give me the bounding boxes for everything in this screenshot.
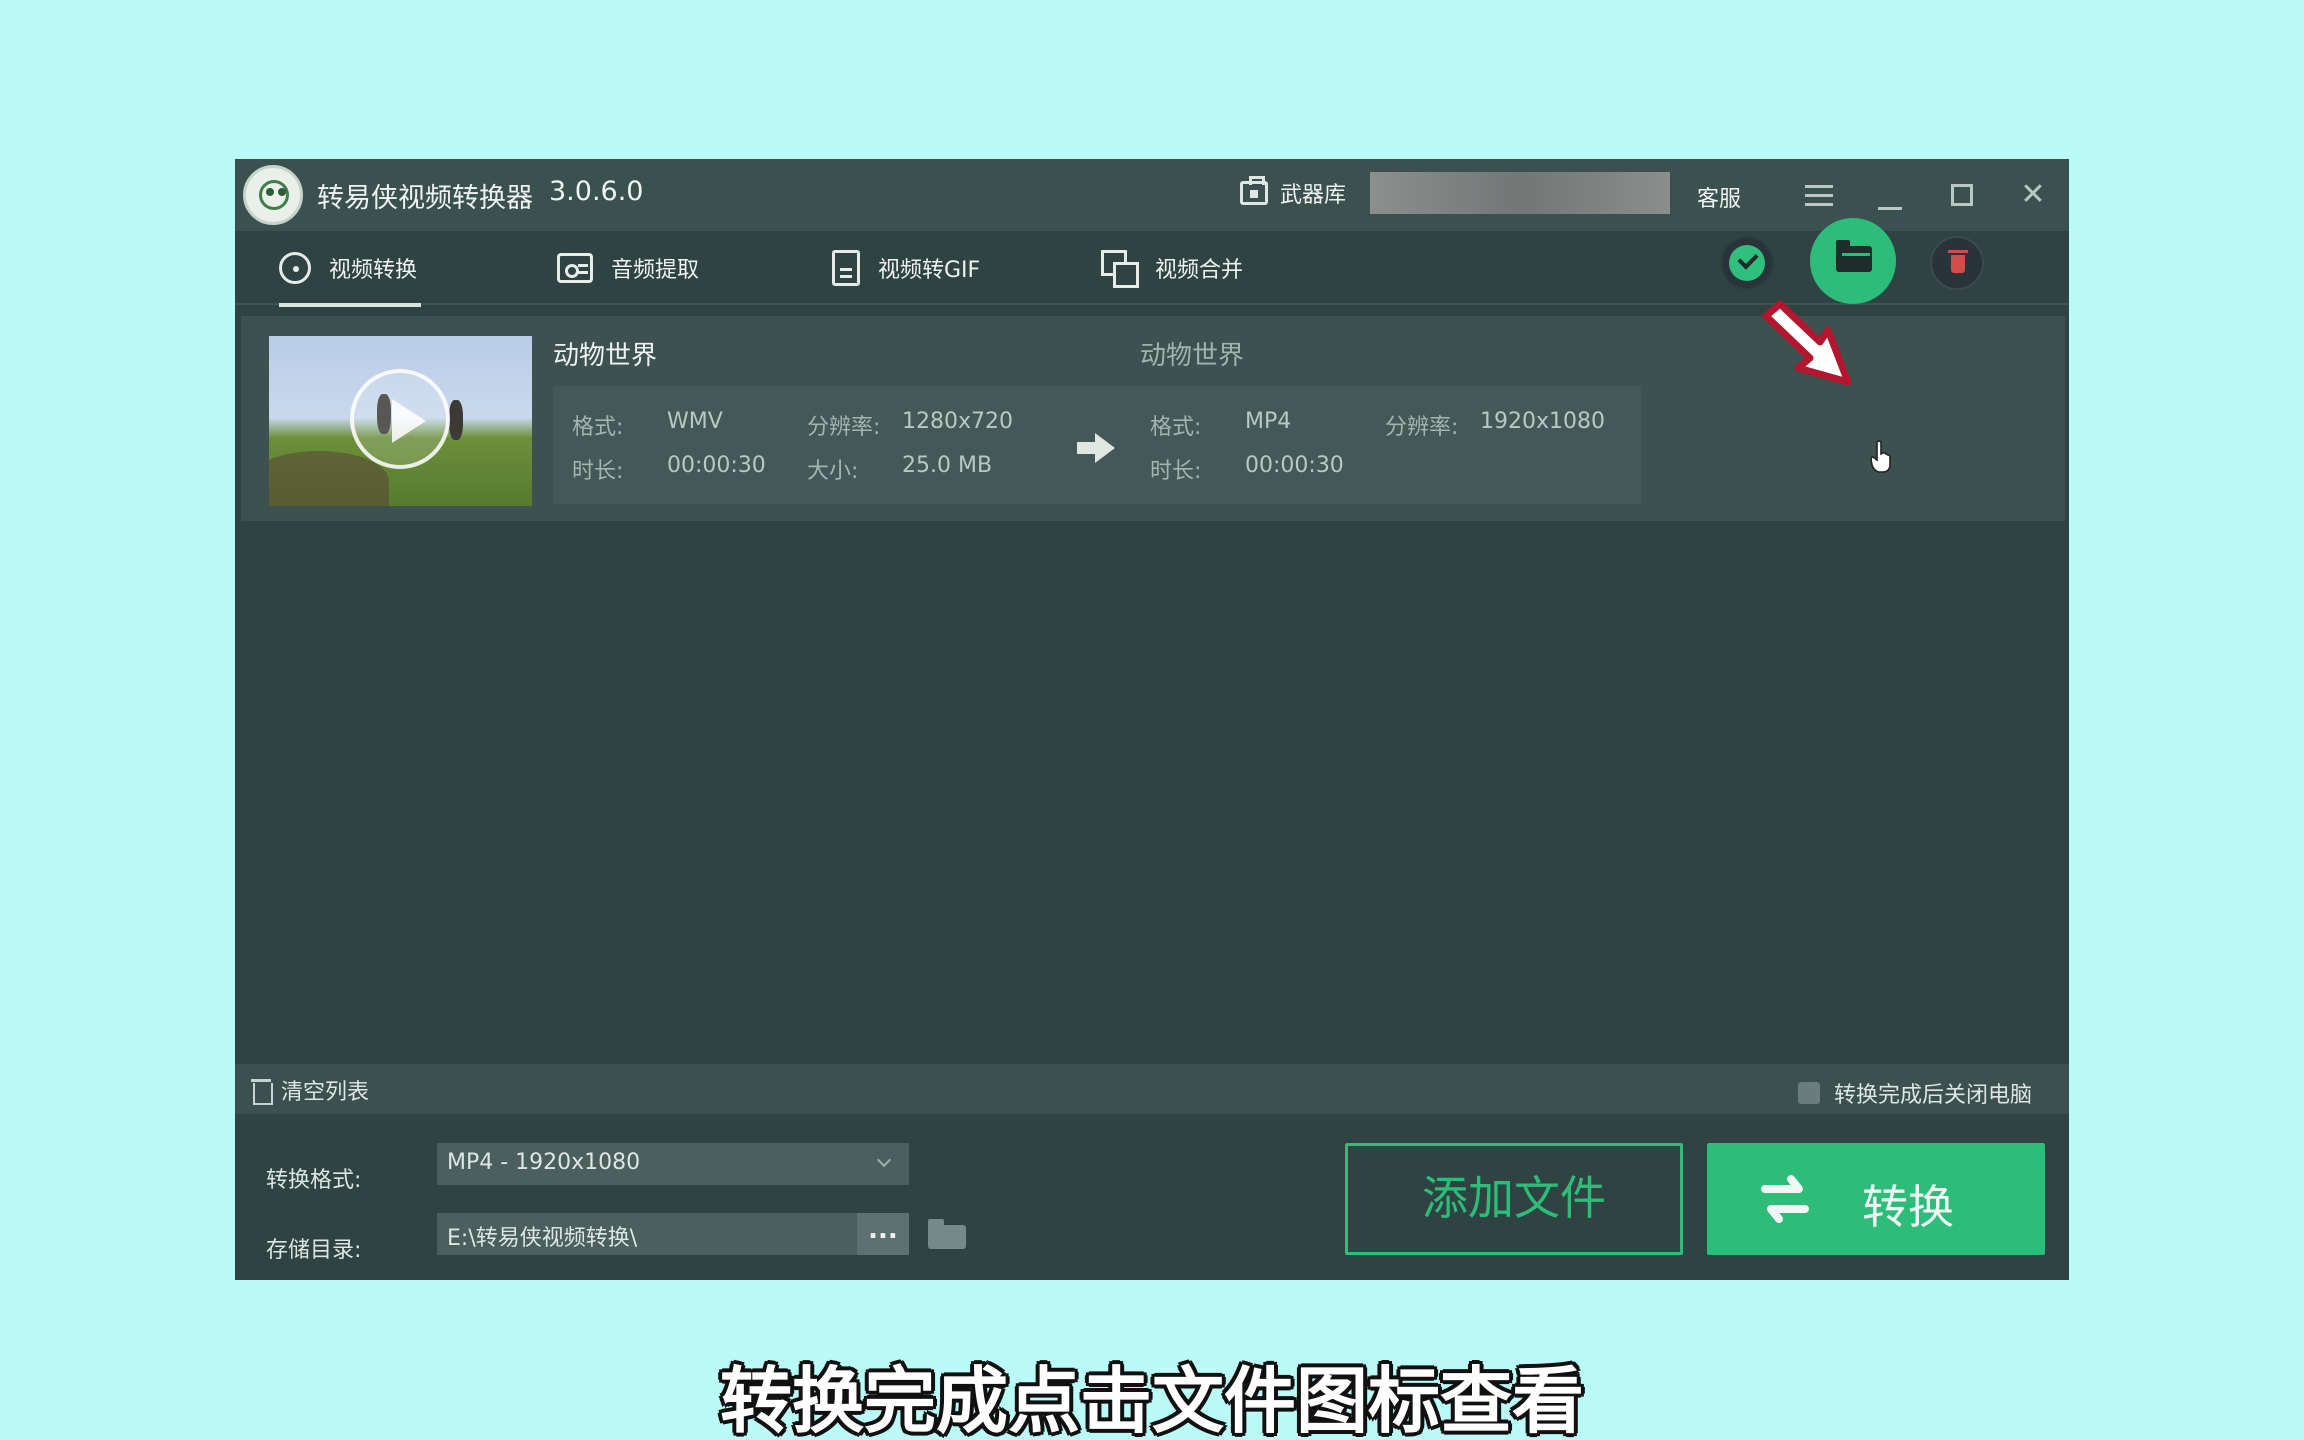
sync-icon <box>279 252 311 284</box>
shutdown-after-convert-toggle[interactable]: 转换完成后关闭电脑 <box>1798 1077 2032 1109</box>
document-icon <box>832 250 860 286</box>
merge-icon <box>1101 250 1139 288</box>
shutdown-label: 转换完成后关闭电脑 <box>1834 1083 2033 1108</box>
account-info[interactable] <box>1370 172 1670 214</box>
tab-video-convert[interactable]: 视频转换 <box>279 231 421 307</box>
toolbox-icon <box>1240 176 1268 205</box>
tab-video-to-gif[interactable]: 视频转GIF <box>832 231 980 305</box>
output-dir-input[interactable]: E:\转易侠视频转换\ <box>437 1213 857 1255</box>
tab-video-merge[interactable]: 视频合并 <box>1101 231 1243 305</box>
list-toolbar: 清空列表 转换完成后关闭电脑 <box>235 1064 2069 1114</box>
clear-list-button[interactable]: 清空列表 <box>251 1074 369 1106</box>
source-resolution: 1280x720 <box>902 409 1013 434</box>
armory-label: 武器库 <box>1280 183 1347 208</box>
tab-label: 视频转换 <box>329 258 418 283</box>
shutdown-checkbox[interactable] <box>1798 1082 1820 1104</box>
title-bar: 转易侠视频转换器 3.0.6.0 武器库 客服 ✕ <box>235 159 2069 231</box>
tab-bar: 视频转换 音频提取 视频转GIF 视频合并 <box>235 231 2069 307</box>
target-file-name: 动物世界 <box>1140 341 1245 371</box>
folder-icon <box>1836 240 1872 272</box>
source-file-name: 动物世界 <box>553 341 658 371</box>
app-logo <box>243 165 303 225</box>
delete-icon[interactable] <box>1930 236 1984 290</box>
play-icon[interactable] <box>350 369 450 469</box>
armory-button[interactable]: 武器库 <box>1240 176 1347 209</box>
minimize-icon[interactable] <box>1868 173 1912 217</box>
target-duration: 00:00:30 <box>1245 453 1344 478</box>
subtitle-caption: 转换完成点击文件图标查看 <box>719 1359 1584 1440</box>
add-file-button[interactable]: 添加文件 <box>1345 1143 1683 1255</box>
format-label: 转换格式: <box>266 1168 362 1193</box>
format-value: MP4 - 1920x1080 <box>447 1150 641 1175</box>
source-duration: 00:00:30 <box>667 453 766 478</box>
source-resolution-label: 分辨率: <box>807 415 881 440</box>
source-size: 25.0 MB <box>902 453 993 478</box>
video-thumbnail[interactable] <box>269 336 532 506</box>
hand-cursor-icon <box>1870 440 1891 473</box>
maximize-icon[interactable] <box>1940 173 1984 217</box>
convert-button[interactable]: 转换 <box>1707 1143 2045 1255</box>
app-title: 转易侠视频转换器 <box>317 183 533 214</box>
open-output-folder-icon[interactable] <box>928 1219 966 1249</box>
arrow-right-icon <box>1077 433 1115 463</box>
target-duration-label: 时长: <box>1150 459 1202 484</box>
swap-icon <box>1761 1175 1809 1223</box>
tab-label: 音频提取 <box>611 258 700 283</box>
source-duration-label: 时长: <box>572 459 624 484</box>
tab-label: 视频转GIF <box>878 258 981 283</box>
customer-service-button[interactable]: 客服 <box>1697 181 1741 213</box>
close-icon[interactable]: ✕ <box>2011 173 2055 217</box>
trash-icon <box>251 1077 273 1105</box>
tab-label: 视频合并 <box>1155 258 1244 283</box>
open-folder-button[interactable] <box>1810 218 1896 304</box>
target-format-label: 格式: <box>1150 415 1202 440</box>
clear-list-label: 清空列表 <box>281 1080 370 1105</box>
app-version: 3.0.6.0 <box>549 176 644 207</box>
convert-done-icon <box>1720 236 1774 290</box>
target-resolution: 1920x1080 <box>1480 409 1605 434</box>
target-format: MP4 <box>1245 409 1292 434</box>
menu-icon[interactable] <box>1797 173 1841 217</box>
browse-button[interactable]: ... <box>857 1213 909 1255</box>
convert-label: 转换 <box>1862 1180 1954 1234</box>
source-format-label: 格式: <box>572 415 624 440</box>
tab-audio-extract[interactable]: 音频提取 <box>557 231 699 305</box>
annotation-arrow-icon <box>1762 300 1852 386</box>
radio-icon <box>557 253 593 283</box>
target-resolution-label: 分辨率: <box>1385 415 1459 440</box>
source-format: WMV <box>667 409 723 434</box>
format-select[interactable]: MP4 - 1920x1080 <box>437 1143 909 1185</box>
chevron-down-icon <box>876 1152 892 1168</box>
output-dir-label: 存储目录: <box>266 1238 362 1263</box>
source-size-label: 大小: <box>807 459 859 484</box>
